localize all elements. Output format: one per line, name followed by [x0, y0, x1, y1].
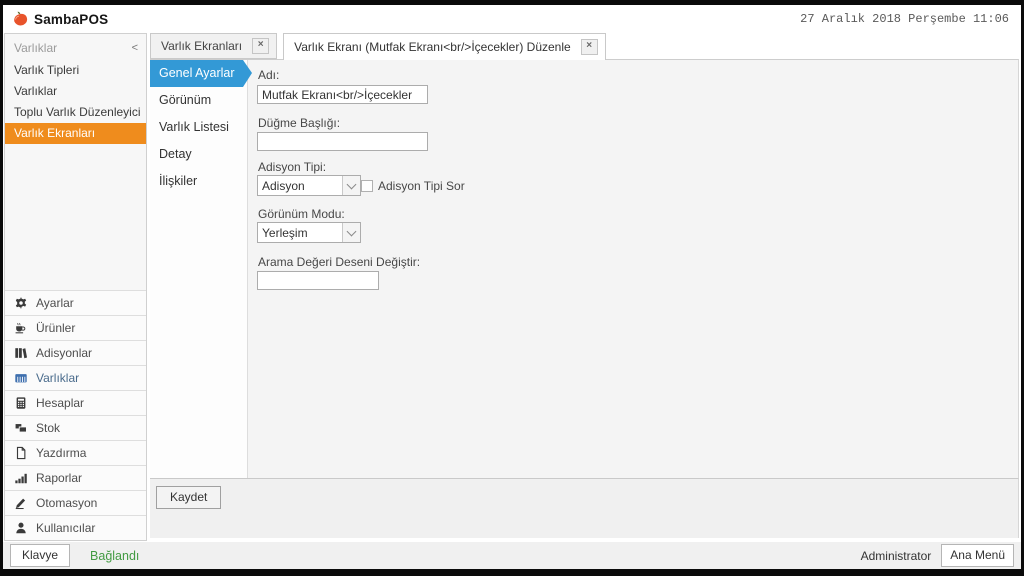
module-label: Varlıklar: [36, 371, 79, 385]
ticket-type-select[interactable]: Adisyon: [257, 175, 361, 196]
app-surface: SambaPOS 27 Aralık 2018 Perşembe 11:06 V…: [3, 5, 1021, 569]
nav-iliskiler[interactable]: İlişkiler: [150, 168, 247, 195]
books-icon: [12, 346, 30, 360]
settings-form: Adı: Düğme Başlığı: Adisyon Tipi: Adisyo…: [248, 60, 1018, 478]
nav-detay[interactable]: Detay: [150, 141, 247, 168]
cup-icon: [12, 321, 30, 335]
sidebar-item-varlik-ekranlari[interactable]: Varlık Ekranları: [5, 123, 146, 144]
sidebar: Varlıklar < Varlık Tipleri Varlıklar Top…: [4, 33, 147, 541]
app-window: SambaPOS 27 Aralık 2018 Perşembe 11:06 V…: [0, 0, 1024, 576]
editor-nav: Genel Ayarlar Görünüm Varlık Listesi Det…: [150, 60, 248, 478]
logged-in-user: Administrator: [861, 549, 932, 563]
module-label: Ayarlar: [36, 296, 74, 310]
module-label: Hesaplar: [36, 396, 84, 410]
user-icon: [12, 521, 30, 535]
tab-label: Varlık Ekranı (Mutfak Ekranı<br/>İçecekl…: [294, 40, 571, 54]
main-menu-button[interactable]: Ana Menü: [941, 544, 1014, 567]
search-pattern-label: Arama Değeri Deseni Değiştir:: [258, 255, 420, 269]
connection-status: Bağlandı: [90, 549, 139, 563]
module-ayarlar[interactable]: Ayarlar: [5, 290, 146, 315]
module-yazdirma[interactable]: Yazdırma: [5, 440, 146, 465]
tab-varlik-ekranlari[interactable]: Varlık Ekranları ×: [150, 33, 277, 59]
tab-varlik-ekrani-duzenle[interactable]: Varlık Ekranı (Mutfak Ekranı<br/>İçecekl…: [283, 33, 606, 60]
ask-ticket-type-row: Adisyon Tipi Sor: [361, 179, 465, 193]
ticket-type-label: Adisyon Tipi:: [258, 160, 326, 174]
button-header-label: Düğme Başlığı:: [258, 116, 340, 130]
status-bar: Klavye Bağlandı Administrator Ana Menü: [3, 542, 1021, 569]
name-input[interactable]: [257, 85, 428, 104]
nav-genel-ayarlar[interactable]: Genel Ayarlar: [150, 60, 243, 87]
page-icon: [12, 446, 30, 460]
table-icon: [12, 371, 30, 385]
module-kullanicilar[interactable]: Kullanıcılar: [5, 515, 146, 540]
titlebar: SambaPOS 27 Aralık 2018 Perşembe 11:06: [3, 5, 1021, 33]
app-title: SambaPOS: [34, 12, 108, 27]
search-pattern-input[interactable]: [257, 271, 379, 290]
tab-label: Varlık Ekranları: [161, 39, 242, 53]
display-mode-value: Yerleşim: [258, 223, 342, 242]
nav-gorunum[interactable]: Görünüm: [150, 87, 247, 114]
tab-bar: Varlık Ekranları × Varlık Ekranı (Mutfak…: [150, 33, 1019, 60]
module-adisyonlar[interactable]: Adisyonlar: [5, 340, 146, 365]
chevron-down-icon[interactable]: [342, 176, 360, 195]
close-icon[interactable]: ×: [252, 38, 269, 54]
sidebar-modules: Ayarlar Ürünler Adisyonlar Varlıklar: [5, 290, 146, 540]
ask-ticket-type-checkbox[interactable]: [361, 180, 373, 192]
boxes-icon: [12, 421, 30, 435]
display-mode-select[interactable]: Yerleşim: [257, 222, 361, 243]
collapse-icon[interactable]: <: [132, 36, 138, 60]
calculator-icon: [12, 396, 30, 410]
keyboard-button[interactable]: Klavye: [10, 544, 70, 567]
pencil-icon: [12, 496, 30, 510]
module-label: Adisyonlar: [36, 346, 92, 360]
sidebar-item-toplu-varlik-duzenleyici[interactable]: Toplu Varlık Düzenleyici: [5, 102, 146, 123]
gear-icon: [12, 296, 30, 310]
sidebar-title: Varlıklar: [14, 36, 57, 60]
bar-chart-icon: [12, 471, 30, 485]
module-label: Stok: [36, 421, 60, 435]
chevron-down-icon[interactable]: [342, 223, 360, 242]
main-area: Varlık Ekranları × Varlık Ekranı (Mutfak…: [150, 33, 1019, 538]
module-label: Otomasyon: [36, 496, 97, 510]
module-urunler[interactable]: Ürünler: [5, 315, 146, 340]
module-stok[interactable]: Stok: [5, 415, 146, 440]
module-hesaplar[interactable]: Hesaplar: [5, 390, 146, 415]
module-raporlar[interactable]: Raporlar: [5, 465, 146, 490]
save-button[interactable]: Kaydet: [156, 486, 221, 509]
close-icon[interactable]: ×: [581, 39, 598, 55]
button-header-input[interactable]: [257, 132, 428, 151]
sidebar-items: Varlık Tipleri Varlıklar Toplu Varlık Dü…: [5, 60, 146, 144]
module-label: Yazdırma: [36, 446, 86, 460]
ask-ticket-type-label: Adisyon Tipi Sor: [378, 179, 465, 193]
module-label: Raporlar: [36, 471, 82, 485]
ticket-type-value: Adisyon: [258, 176, 342, 195]
module-otomasyon[interactable]: Otomasyon: [5, 490, 146, 515]
sidebar-header: Varlıklar <: [5, 34, 146, 60]
brand: SambaPOS: [11, 10, 108, 29]
display-mode-label: Görünüm Modu:: [258, 207, 345, 221]
sidebar-item-varliklar[interactable]: Varlıklar: [5, 81, 146, 102]
name-label: Adı:: [258, 68, 279, 82]
sambapos-logo-icon: [11, 10, 30, 29]
module-label: Kullanıcılar: [36, 521, 95, 535]
datetime: 27 Aralık 2018 Perşembe 11:06: [800, 12, 1009, 26]
editor-panel: Genel Ayarlar Görünüm Varlık Listesi Det…: [150, 59, 1019, 478]
nav-varlik-listesi[interactable]: Varlık Listesi: [150, 114, 247, 141]
module-varliklar[interactable]: Varlıklar: [5, 365, 146, 390]
save-bar: Kaydet: [150, 478, 1019, 538]
sidebar-item-varlik-tipleri[interactable]: Varlık Tipleri: [5, 60, 146, 81]
module-label: Ürünler: [36, 321, 75, 335]
